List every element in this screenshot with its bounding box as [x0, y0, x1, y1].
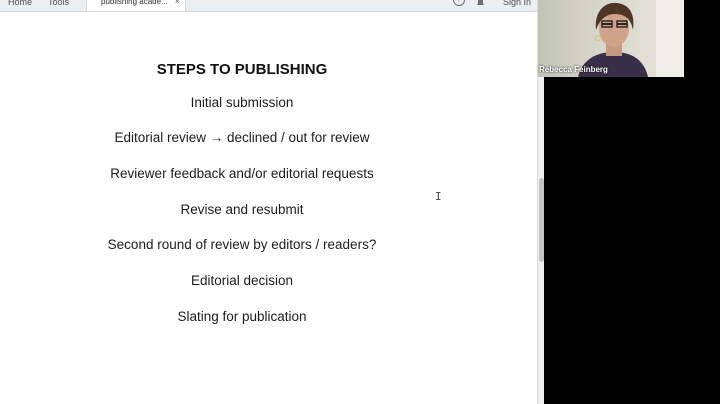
- notification-bell-icon[interactable]: [476, 0, 485, 6]
- tools-tab[interactable]: Tools: [48, 0, 69, 9]
- step-item: Initial submission: [190, 95, 294, 110]
- step-item: Reviewer feedback and/or editorial reque…: [110, 166, 374, 181]
- document-tab-label: publishing acade...: [101, 0, 168, 6]
- document-tab[interactable]: publishing acade... ×: [86, 0, 186, 11]
- text-cursor-icon: I: [435, 190, 442, 203]
- sign-in-link[interactable]: Sign In: [503, 0, 531, 9]
- slide-title: STEPS TO PUBLISHING: [156, 61, 328, 78]
- step-item: Revise and resubmit: [180, 202, 304, 217]
- document-viewer: STEPS TO PUBLISHING Initial submission E…: [0, 12, 537, 404]
- participant-name-label: Rebecca Feinberg: [539, 65, 608, 74]
- step-item: Second round of review by editors / read…: [107, 237, 377, 252]
- step-item: Editorial review → declined / out for re…: [114, 130, 370, 145]
- step-item: Slating for publication: [177, 309, 307, 324]
- participant-video-tile[interactable]: Rebecca Feinberg: [538, 0, 684, 77]
- video-panel: Rebecca Feinberg: [538, 0, 720, 404]
- help-icon[interactable]: ?: [453, 0, 465, 6]
- browser-tab-bar: Home Tools publishing acade... × ? Sign …: [0, 0, 537, 12]
- home-tab[interactable]: Home: [8, 0, 32, 9]
- close-tab-icon[interactable]: ×: [175, 0, 180, 9]
- step-item: Editorial decision: [190, 273, 294, 288]
